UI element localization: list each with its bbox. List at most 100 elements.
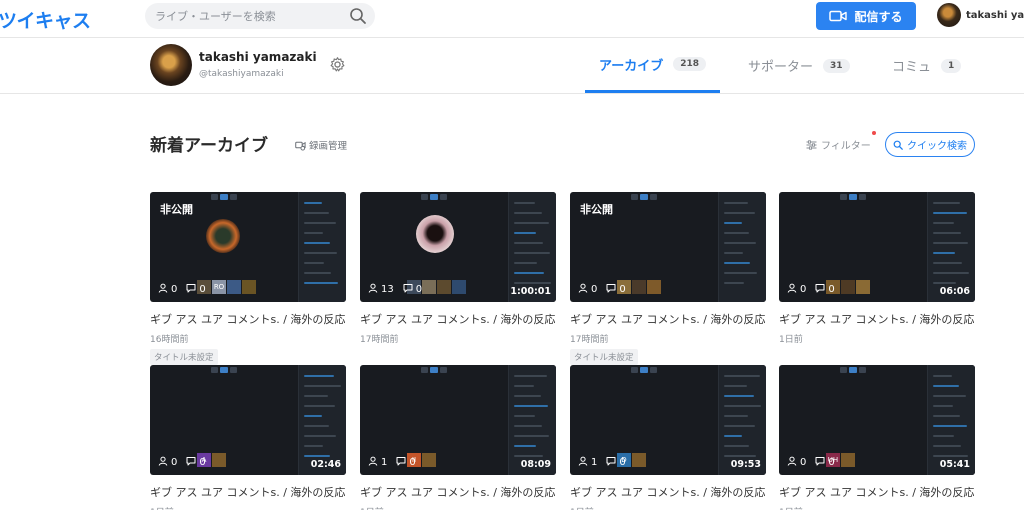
- thumbnail-tile: [242, 280, 256, 294]
- filter-active-dot: [872, 131, 876, 135]
- archive-title[interactable]: ギブ アス ユア コメントs. / 海外の反応: [150, 484, 346, 500]
- archive-thumbnail[interactable]: D 1 0 09:53: [570, 365, 766, 475]
- filter-sliders-icon: [806, 139, 817, 150]
- archive-card[interactable]: 非公開 0 0 ギブ アス ユア コメントs. / 海外の反応 17時間前 タイトル未設定: [570, 192, 766, 365]
- thumbnail-toolbar: [840, 367, 866, 373]
- archive-title[interactable]: ギブ アス ユア コメントs. / 海外の反応: [360, 484, 556, 500]
- archive-stats: 00: [158, 283, 206, 296]
- archive-card[interactable]: UH0005:41ギブ アス ユア コメントs. / 海外の反応1日前: [779, 365, 975, 510]
- tab-community-label: コミュ: [892, 60, 932, 75]
- viewer-count: 0: [578, 283, 597, 296]
- record-manage-link[interactable]: 録画管理: [295, 138, 347, 152]
- archive-thumbnail[interactable]: RO 非公開 0 0: [150, 192, 346, 302]
- tab-community-count: 1: [941, 58, 962, 73]
- viewer-count-value: 0: [171, 457, 178, 468]
- archive-title[interactable]: ギブ アス ユア コメントs. / 海外の反応: [779, 311, 975, 327]
- archive-time: 1日前: [570, 505, 766, 510]
- user-menu-name: takashi yam: [966, 9, 1024, 21]
- thumbnail-toolbar: [631, 194, 657, 200]
- archive-time: 17時間前: [570, 335, 609, 345]
- comment-count: 0: [186, 283, 206, 296]
- private-label: 非公開: [160, 203, 193, 216]
- duration-label: 02:46: [310, 459, 341, 470]
- thumbnail-tile: [452, 280, 466, 294]
- viewer-icon: [787, 283, 797, 296]
- archive-thumbnail[interactable]: A 0 0 02:46: [150, 365, 346, 475]
- archive-title[interactable]: ギブ アス ユア コメントs. / 海外の反応: [779, 484, 975, 500]
- viewer-count: 1: [578, 456, 597, 469]
- record-settings-icon: [295, 141, 306, 151]
- viewer-icon: [158, 456, 168, 469]
- archive-title[interactable]: ギブ アス ユア コメントs. / 海外の反応: [570, 484, 766, 500]
- comment-icon: [186, 456, 196, 469]
- comment-count-value: 0: [828, 457, 835, 468]
- archive-stats: 00: [787, 456, 835, 469]
- thumbnail-toolbar: [421, 367, 447, 373]
- viewer-count-value: 1: [591, 457, 598, 468]
- tab-archive[interactable]: アーカイブ 218: [585, 38, 720, 93]
- thumbnail-comment-panel: [718, 192, 766, 302]
- thumbnail-tile: [841, 280, 855, 294]
- quick-search-button[interactable]: クイック検索: [885, 132, 975, 157]
- comment-icon: [815, 456, 825, 469]
- twitcasting-logo[interactable]: ツイキャス: [0, 6, 91, 33]
- archive-title[interactable]: ギブ アス ユア コメントs. / 海外の反応: [360, 311, 556, 327]
- duration-label: 06:06: [939, 286, 970, 297]
- profile-avatar[interactable]: [150, 44, 192, 86]
- viewer-count-value: 0: [800, 457, 807, 468]
- comment-count: 0: [606, 456, 626, 469]
- comment-count-value: 0: [619, 457, 626, 468]
- archive-card[interactable]: 13 0 1:00:01 ギブ アス ユア コメントs. / 海外の反応 17時間前: [360, 192, 556, 345]
- thumbnail-toolbar: [421, 194, 447, 200]
- archive-time: 16時間前: [150, 335, 189, 345]
- start-broadcast-label: 配信する: [854, 9, 903, 24]
- comment-icon: [403, 283, 413, 296]
- viewer-count: 0: [158, 456, 177, 469]
- archive-card[interactable]: 0 0 06:06 ギブ アス ユア コメントs. / 海外の反応 1日前: [779, 192, 975, 345]
- gear-icon[interactable]: [329, 56, 346, 73]
- comment-count-value: 0: [199, 284, 206, 295]
- search-icon: [893, 140, 903, 150]
- comment-count-value: 0: [409, 457, 416, 468]
- thumbnail-tile: [227, 280, 241, 294]
- viewer-count-value: 0: [591, 284, 598, 295]
- comment-count-value: 0: [619, 284, 626, 295]
- viewer-icon: [578, 283, 588, 296]
- profile-name[interactable]: takashi yamazaki: [199, 50, 317, 64]
- archive-stats: 00: [787, 283, 835, 296]
- archive-card[interactable]: A0002:46ギブ アス ユア コメントs. / 海外の反応1日前: [150, 365, 346, 510]
- archive-title[interactable]: ギブ アス ユア コメントs. / 海外の反応: [570, 311, 766, 327]
- user-avatar: [937, 3, 961, 27]
- video-camera-icon: [829, 10, 848, 22]
- viewer-count: 1: [368, 456, 387, 469]
- thumbnail-tile: [647, 280, 661, 294]
- viewer-count-value: 0: [800, 284, 807, 295]
- archive-card[interactable]: RO 非公開 0 0 ギブ アス ユア コメントs. / 海外の反応 16時間前 タイトル未…: [150, 192, 346, 365]
- viewer-icon: [368, 456, 378, 469]
- archive-thumbnail[interactable]: 非公開 0 0: [570, 192, 766, 302]
- archive-thumbnail[interactable]: II 1 0 08:09: [360, 365, 556, 475]
- search-input[interactable]: [155, 9, 345, 23]
- start-broadcast-button[interactable]: 配信する: [816, 2, 916, 30]
- archive-thumbnail[interactable]: UH 0 0 05:41: [779, 365, 975, 475]
- user-menu[interactable]: takashi yam: [937, 3, 1024, 27]
- profile-bar: takashi yamazaki @takashiyamazaki アーカイブ …: [0, 38, 1024, 94]
- archive-card[interactable]: D1009:53ギブ アス ユア コメントs. / 海外の反応1日前: [570, 365, 766, 510]
- tab-community[interactable]: コミュ 1: [892, 38, 962, 93]
- viewer-icon: [158, 283, 168, 296]
- archive-time: 17時間前: [360, 335, 399, 345]
- archive-stats: 10: [368, 456, 416, 469]
- private-label: 非公開: [580, 203, 613, 216]
- archive-stats: 00: [158, 456, 206, 469]
- thumbnail-comment-panel: [298, 192, 346, 302]
- archive-thumbnail[interactable]: 13 0 1:00:01: [360, 192, 556, 302]
- archive-card[interactable]: II1008:09ギブ アス ユア コメントs. / 海外の反応1日前: [360, 365, 556, 510]
- tab-archive-count: 218: [673, 57, 707, 71]
- filter-button[interactable]: フィルター: [806, 137, 871, 152]
- search-icon[interactable]: [349, 7, 367, 25]
- thumbnail-toolbar: [631, 367, 657, 373]
- archive-thumbnail[interactable]: 0 0 06:06: [779, 192, 975, 302]
- comment-count: 0: [186, 456, 206, 469]
- tab-supporters[interactable]: サポーター 31: [748, 38, 850, 93]
- archive-title[interactable]: ギブ アス ユア コメントs. / 海外の反応: [150, 311, 346, 327]
